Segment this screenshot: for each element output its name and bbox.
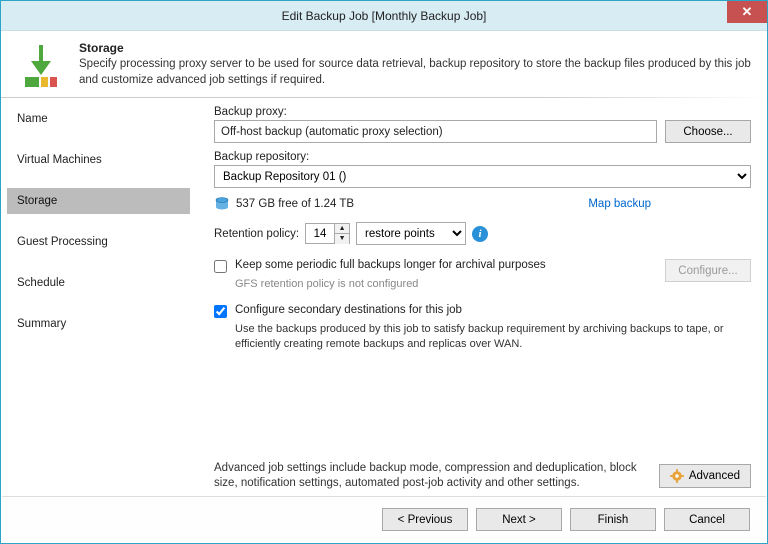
gfs-label: Keep some periodic full backups longer f… [235, 259, 546, 271]
page-header: Storage Specify processing proxy server … [1, 31, 767, 97]
proxy-field[interactable]: Off-host backup (automatic proxy selecti… [214, 120, 657, 143]
choose-button[interactable]: Choose... [665, 120, 751, 143]
secondary-checkbox[interactable] [214, 305, 227, 318]
sidebar-item-summary[interactable]: Summary [7, 311, 190, 337]
finish-button[interactable]: Finish [570, 508, 656, 531]
secondary-checkbox-row[interactable]: Configure secondary destinations for thi… [214, 304, 751, 318]
sidebar-item-schedule[interactable]: Schedule [7, 270, 190, 296]
window-title: Edit Backup Job [Monthly Backup Job] [282, 9, 487, 23]
retention-unit-select[interactable]: restore points [356, 222, 466, 245]
map-backup-link[interactable]: Map backup [588, 198, 651, 210]
spinner-down-icon[interactable]: ▼ [335, 234, 349, 244]
close-icon: ✕ [742, 4, 753, 20]
storage-icon [17, 41, 65, 89]
freespace-text: 537 GB free of 1.24 TB [236, 198, 354, 210]
retention-spinner[interactable]: ▲ ▼ [305, 223, 350, 244]
next-button[interactable]: Next > [476, 508, 562, 531]
gfs-checkbox[interactable] [214, 260, 227, 273]
disk-icon [214, 196, 230, 212]
advanced-button-label: Advanced [689, 470, 740, 482]
sidebar-item-virtual-machines[interactable]: Virtual Machines [7, 147, 190, 173]
close-button[interactable]: ✕ [727, 1, 767, 23]
spinner-up-icon[interactable]: ▲ [335, 224, 349, 234]
repo-select[interactable]: Backup Repository 01 () [214, 165, 751, 188]
gfs-configure-button: Configure... [665, 259, 751, 282]
previous-button[interactable]: < Previous [382, 508, 468, 531]
gfs-desc: GFS retention policy is not configured [235, 277, 657, 292]
title-bar: Edit Backup Job [Monthly Backup Job] ✕ [1, 1, 767, 31]
secondary-label: Configure secondary destinations for thi… [235, 304, 462, 316]
gear-icon [670, 469, 684, 483]
secondary-desc: Use the backups produced by this job to … [235, 322, 751, 352]
retention-value[interactable] [306, 224, 334, 243]
sidebar-item-guest-processing[interactable]: Guest Processing [7, 229, 190, 255]
content-panel: Backup proxy: Off-host backup (automatic… [196, 98, 767, 500]
dialog-footer: < Previous Next > Finish Cancel [2, 496, 766, 542]
proxy-label: Backup proxy: [214, 106, 751, 118]
repo-label: Backup repository: [214, 151, 751, 163]
page-title: Storage [79, 41, 751, 55]
dialog-body: Name Virtual Machines Storage Guest Proc… [1, 98, 767, 500]
proxy-value: Off-host backup (automatic proxy selecti… [221, 126, 443, 138]
advanced-desc: Advanced job settings include backup mod… [214, 461, 647, 492]
page-subtitle: Specify processing proxy server to be us… [79, 57, 751, 88]
sidebar-item-name[interactable]: Name [7, 106, 190, 132]
gfs-checkbox-row[interactable]: Keep some periodic full backups longer f… [214, 259, 657, 273]
info-icon[interactable]: i [472, 226, 488, 242]
retention-label: Retention policy: [214, 228, 299, 240]
wizard-sidebar: Name Virtual Machines Storage Guest Proc… [1, 98, 196, 500]
sidebar-item-storage[interactable]: Storage [7, 188, 190, 214]
advanced-button[interactable]: Advanced [659, 464, 751, 488]
header-text: Storage Specify processing proxy server … [79, 41, 751, 89]
dialog-window: Edit Backup Job [Monthly Backup Job] ✕ S… [0, 0, 768, 544]
cancel-button[interactable]: Cancel [664, 508, 750, 531]
